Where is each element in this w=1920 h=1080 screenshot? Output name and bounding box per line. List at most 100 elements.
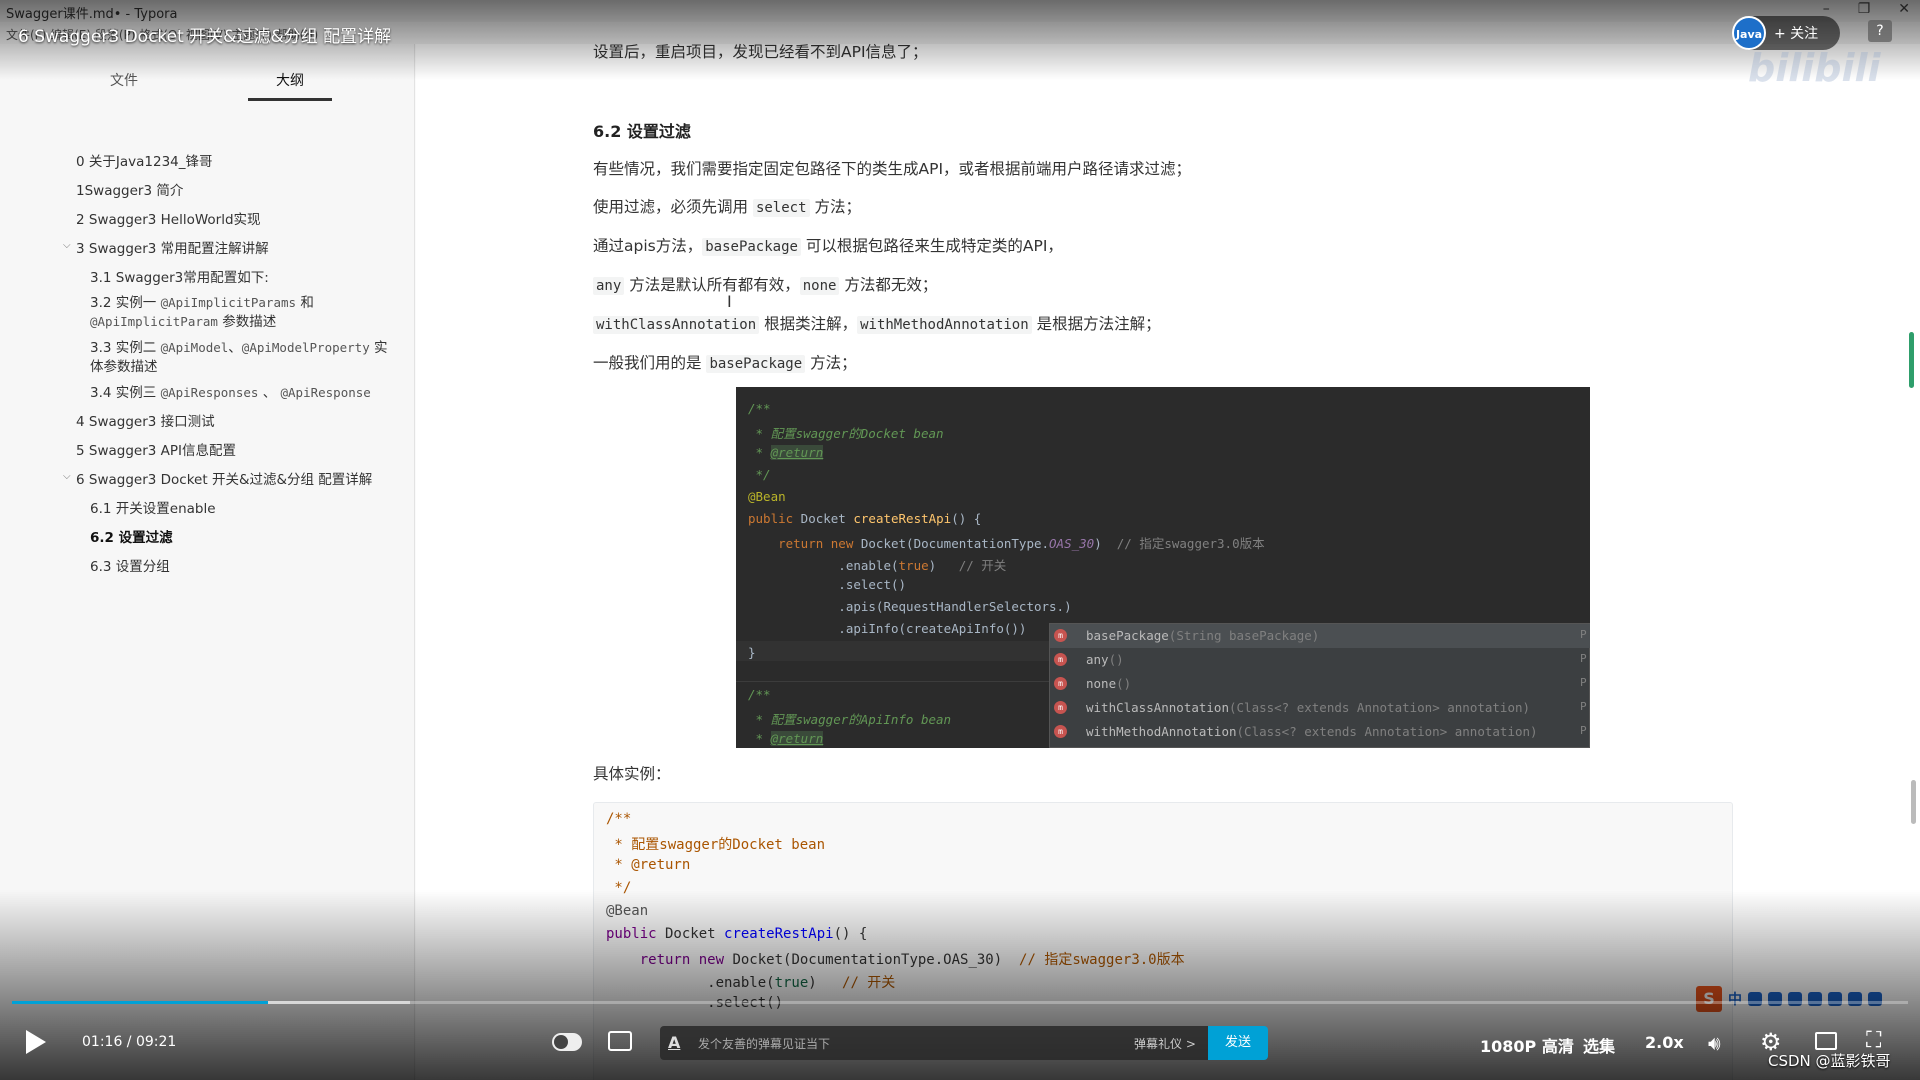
autocomplete-popup: m basePackage(String basePackage) P m an… [1049, 623, 1590, 748]
ime-logo-icon[interactable]: S [1696, 986, 1722, 1012]
heading-6-2: 6.2 设置过滤 [593, 122, 691, 141]
tab-files[interactable]: 文件 [110, 70, 138, 90]
player-controls: 01:16 / 09:21 A 发个友善的弹幕见证当下 弹幕礼仪 > 发送 10… [0, 1018, 1920, 1068]
quality-button[interactable]: 1080P 高清 [1480, 1033, 1574, 1057]
autocomplete-item: m withMethodAnnotation(Class<? extends A… [1050, 720, 1590, 744]
danmaku-etiquette-link[interactable]: 弹幕礼仪 > [1134, 1035, 1196, 1052]
paragraph: 通过apis方法， basePackage 可以根据包路径来生成特定类的API， [593, 234, 1063, 256]
close-icon[interactable]: ✕ [1898, 1, 1910, 17]
minimize-icon[interactable]: – [1823, 1, 1830, 17]
chevron-down-icon[interactable]: ⌵ [63, 240, 71, 251]
avatar[interactable]: Java [1732, 16, 1766, 50]
tab-outline[interactable]: 大纲 [276, 70, 304, 90]
outline-text: 3.2 实例一 [90, 295, 161, 311]
uploader-follow: Java + 关注 [1732, 16, 1840, 50]
method-icon: m [1054, 629, 1067, 642]
ide-line: } [748, 645, 756, 660]
method-icon: m [1054, 653, 1067, 666]
ime-mode[interactable]: 中 [1728, 989, 1742, 1009]
ide-line: .select() [748, 577, 907, 592]
speed-button[interactable]: 2.0x [1645, 1033, 1684, 1052]
progress-bar[interactable] [12, 1001, 1908, 1004]
ide-line: .apis(RequestHandlerSelectors.) [748, 599, 1072, 614]
outline-item[interactable]: 1Swagger3 简介 [76, 179, 183, 199]
outline-item[interactable]: 5 Swagger3 API信息配置 [76, 439, 236, 459]
outline-item[interactable]: 6.1 开关设置enable [90, 497, 216, 517]
outline-item-cont[interactable]: @ApiImplicitParam 参数描述 [90, 310, 276, 330]
outline-text: 参数描述 [217, 314, 277, 330]
paragraph: 有些情况，我们需要指定固定包路径下的类生成API，或者根据前端用户路径请求过滤； [593, 160, 1192, 178]
text: 方法都无效； [839, 276, 938, 294]
ide-line: * @return [748, 731, 824, 746]
code-line: * @return [606, 857, 691, 873]
outline-item[interactable]: 3.4 实例三 @ApiResponses 、 @ApiResponse [90, 381, 371, 401]
outline-text: 实 [369, 340, 388, 356]
tv-icon[interactable]: ▷ [1826, 918, 1882, 970]
inline-code: withClassAnnotation [593, 316, 760, 334]
paragraph: any 方法是默认所有都有效， none 方法都无效； [593, 273, 937, 295]
text: 使用过滤，必须先调用 [593, 198, 753, 216]
episodes-button[interactable]: 选集 [1583, 1033, 1615, 1057]
code-line: /** [606, 811, 632, 827]
scrollbar-thumb[interactable] [1909, 332, 1914, 388]
inline-code: any [593, 277, 625, 295]
paragraph: withClassAnnotation 根据类注解， withMethodAnno… [593, 312, 1161, 334]
editor[interactable]: 设置后，重启项目，发现已经看不到API信息了； 6.2 设置过滤 有些情况，我们… [416, 43, 1920, 1080]
code-line: */ [606, 880, 632, 896]
outline-item[interactable]: 6.3 设置分组 [90, 555, 170, 575]
ide-line: public Docket createRestApi() { [748, 511, 982, 526]
follow-button[interactable]: + 关注 [1774, 23, 1818, 43]
outline-item[interactable]: 0 关于Java1234_锋哥 [76, 150, 213, 170]
help-icon[interactable]: ? [1868, 20, 1892, 42]
danmaku-input[interactable]: A 发个友善的弹幕见证当下 弹幕礼仪 > [660, 1026, 1234, 1060]
ide-screenshot: /** * 配置swagger的Docket bean * @return */… [736, 387, 1590, 748]
outline-item[interactable]: 4 Swagger3 接口测试 [76, 410, 215, 430]
progress-fill [12, 1001, 268, 1004]
method-icon: m [1054, 701, 1067, 714]
time-display: 01:16 / 09:21 [82, 1034, 177, 1050]
ide-line: /** [748, 401, 771, 416]
scrollbar-thumb-secondary[interactable] [1911, 780, 1916, 824]
outline-item[interactable]: 3 Swagger3 常用配置注解讲解 [76, 237, 269, 257]
ide-line: */ [748, 467, 771, 482]
picture-in-picture-icon[interactable] [1815, 1032, 1837, 1050]
window-titlebar: Swagger课件.md• - Typora – ❐ ✕ [0, 0, 1920, 22]
restore-icon[interactable]: ❐ [1858, 1, 1871, 17]
outline-item[interactable]: 2 Swagger3 HelloWorld实现 [76, 208, 261, 228]
chevron-down-icon[interactable]: ⌵ [63, 471, 71, 482]
paragraph: 一般我们用的是 basePackage 方法； [593, 351, 857, 373]
code-line: * 配置swagger的Docket bean [606, 837, 826, 853]
inline-code: none [799, 277, 840, 295]
text: 是根据方法注解； [1031, 315, 1161, 333]
outline-item[interactable]: 3.2 实例一 @ApiImplicitParams 和 [90, 291, 314, 311]
outline-code: @ApiModel [160, 340, 229, 355]
text: 可以根据包路径来生成特定类的API， [800, 237, 1063, 255]
outline-text: 、 [228, 340, 242, 356]
outline-item[interactable]: 3.3 实例二 @ApiModel、@ApiModelProperty 实 [90, 336, 388, 356]
danmaku-toggle[interactable] [552, 1033, 582, 1051]
outline-item-active[interactable]: 6.2 设置过滤 [90, 526, 173, 546]
danmaku-settings-icon[interactable] [608, 1031, 632, 1051]
inline-code: basePackage [706, 355, 806, 373]
play-icon[interactable] [26, 1030, 46, 1054]
font-style-icon[interactable]: A [668, 1033, 680, 1052]
text-cursor-icon: I [727, 292, 732, 311]
outline-item[interactable]: 6 Swagger3 Docket 开关&过滤&分组 配置详解 [76, 468, 372, 488]
volume-icon[interactable]: 🔊︎ [1708, 1031, 1721, 1055]
ime-toolbar: S 中 [1696, 986, 1882, 1012]
paragraph: 具体实例： [593, 765, 671, 783]
ide-line: .enable(true) // 开关 [748, 558, 1007, 573]
outline-item[interactable]: 3.1 Swagger3常用配置如下: [90, 266, 269, 286]
window-controls: – ❐ ✕ [1823, 1, 1910, 17]
video-title: 6 Swagger3 Docket 开关&过滤&分组 配置详解 [18, 27, 392, 47]
outline-item-cont[interactable]: 体参数描述 [90, 355, 158, 375]
autocomplete-item: m withClassAnnotation(Class<? extends An… [1050, 696, 1590, 720]
outline-text: 、 [258, 385, 281, 401]
send-button[interactable]: 发送 [1208, 1026, 1268, 1060]
ide-line: * 配置swagger的ApiInfo bean [748, 712, 952, 727]
outline-code: @ApiImplicitParam [90, 314, 218, 329]
text: 方法是默认所有都有效， [624, 276, 800, 294]
ide-line: /** [748, 687, 771, 702]
outline-code: @ApiImplicitParams [160, 295, 297, 310]
csdn-watermark: CSDN @蓝影铁哥 [1768, 1052, 1891, 1070]
